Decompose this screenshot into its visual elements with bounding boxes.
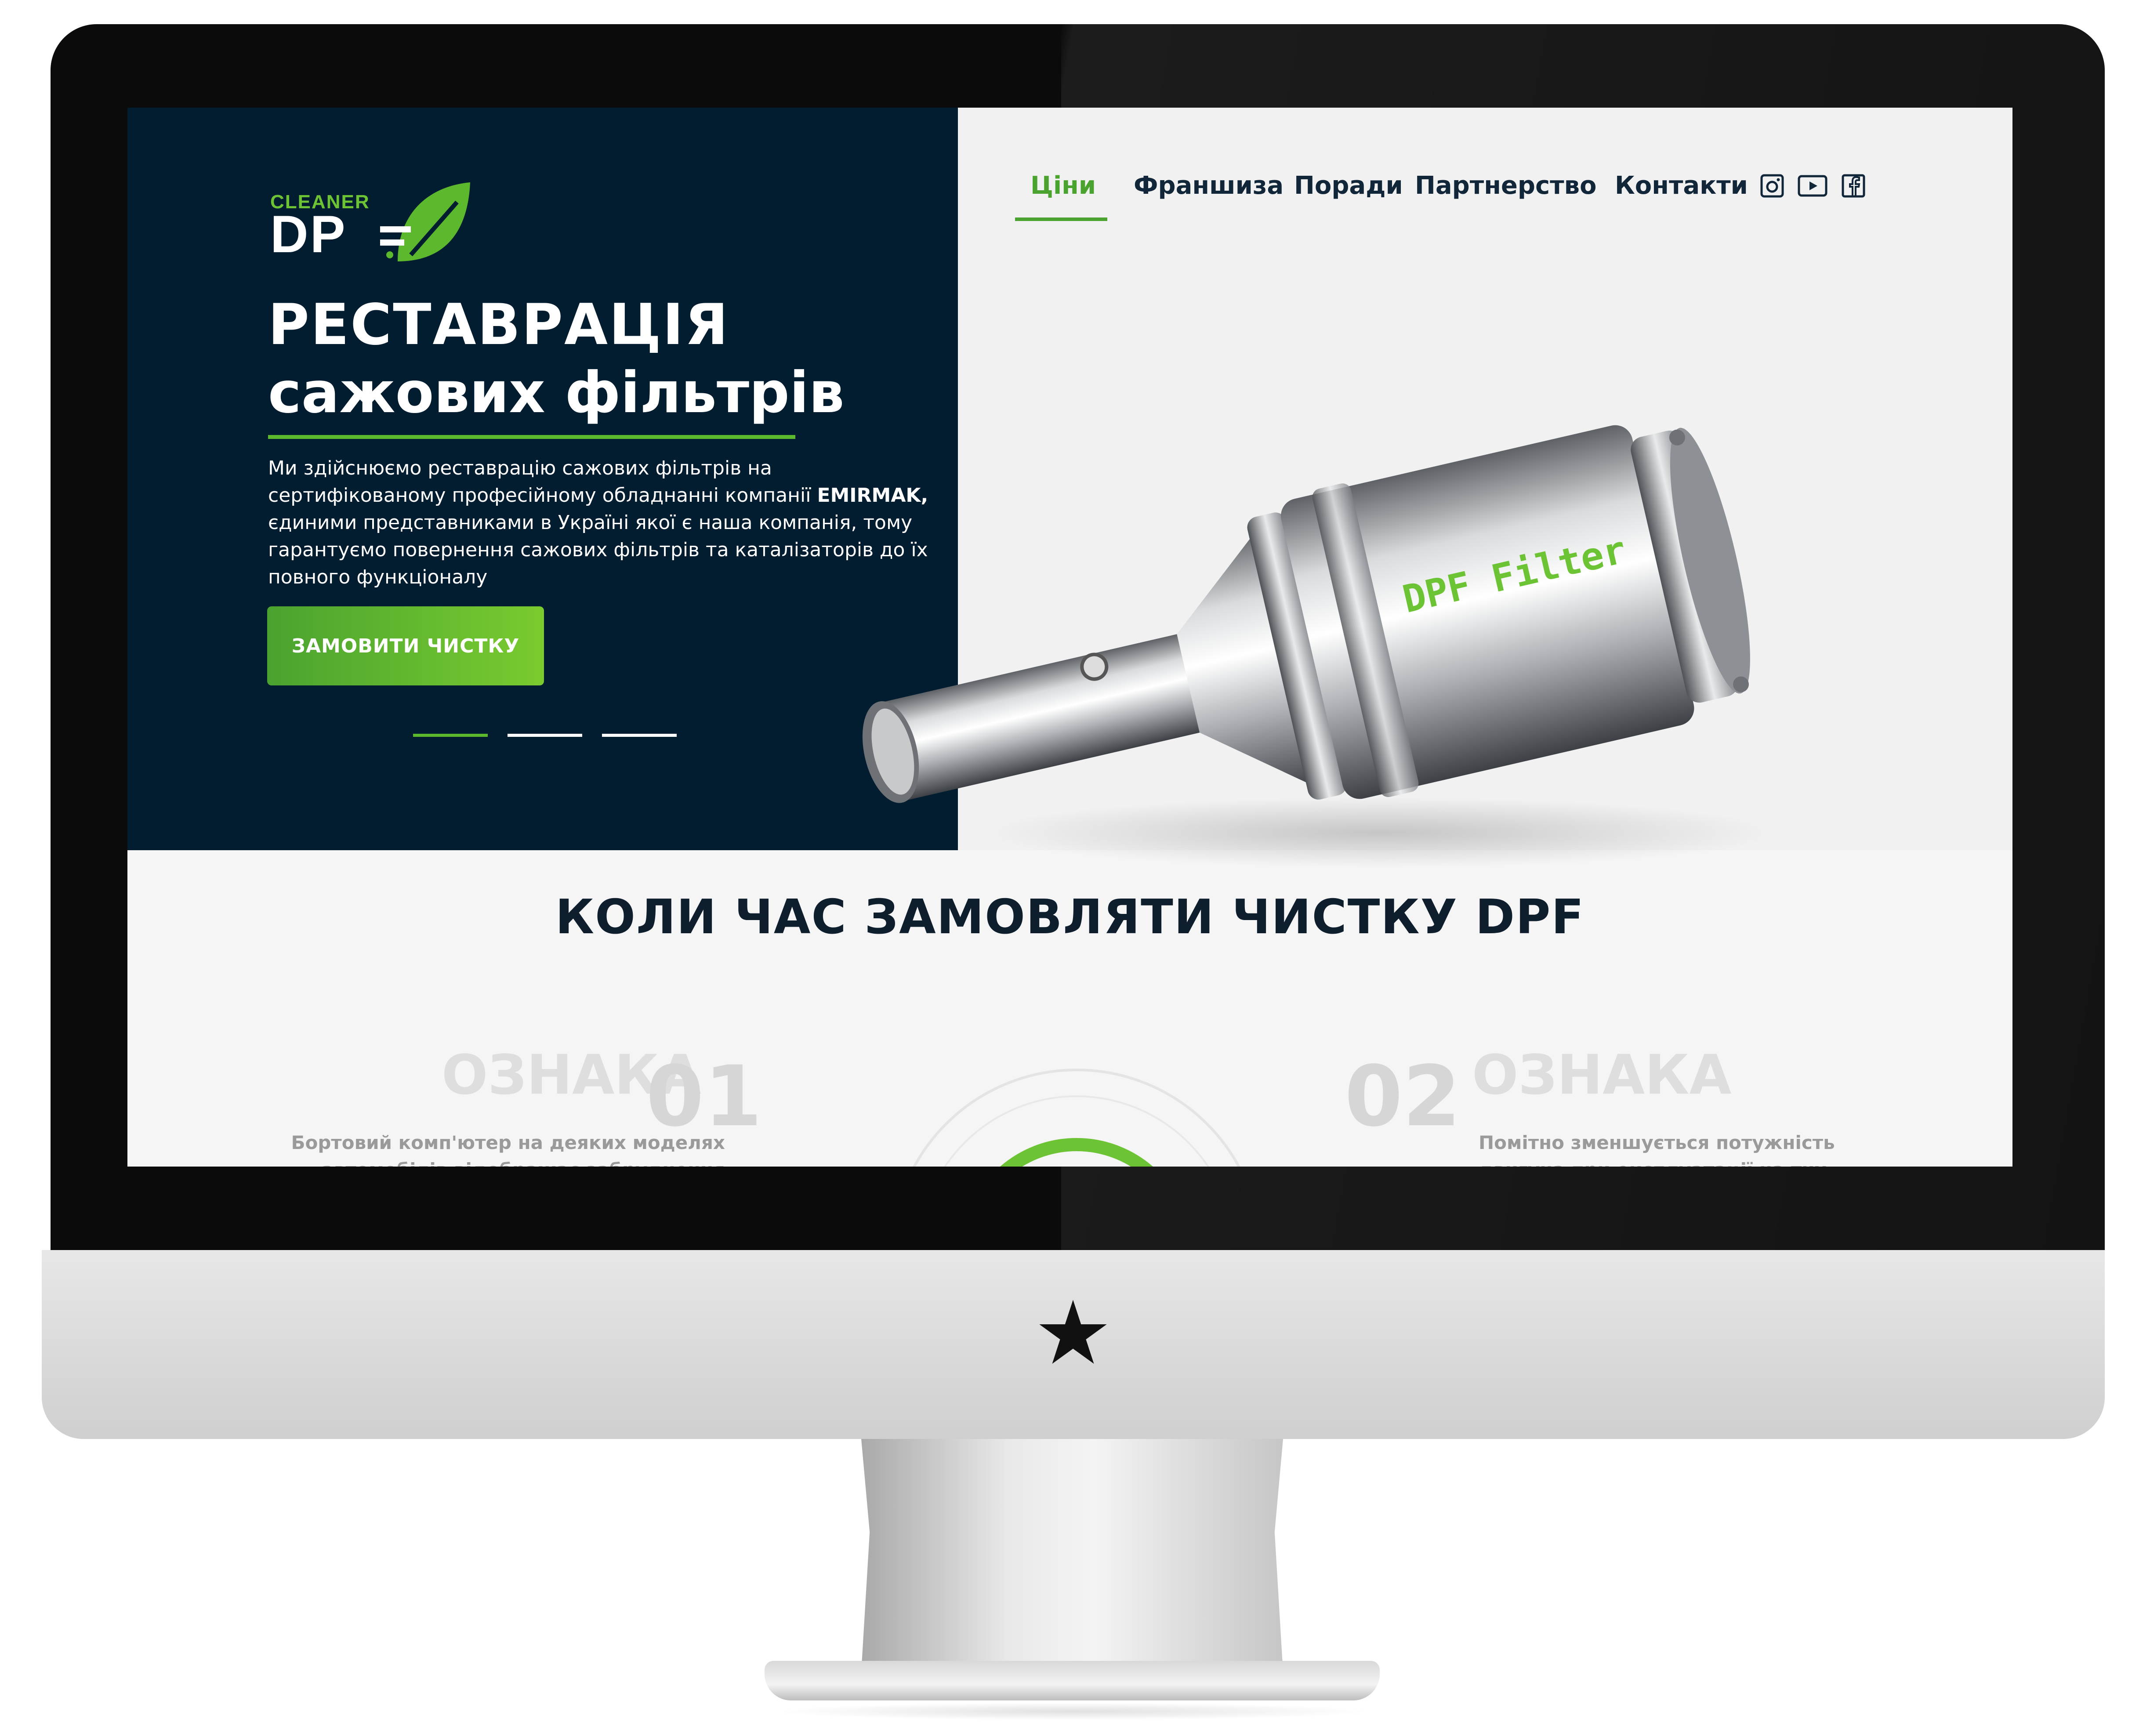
facebook-icon[interactable] [1841,174,1866,198]
site-logo[interactable]: CLEANER DP [270,178,472,266]
website-screen: CLEANER DP РЕСТАВРАЦІЯ сажових фільтрів … [127,108,2012,1167]
star-icon: ★ [1033,1282,1113,1384]
slider-dot-3[interactable] [602,734,677,737]
hero-title-underline [268,435,795,439]
monitor-stand-shadow [773,1703,1371,1720]
nav-item-franchise[interactable]: Франшиза [1134,171,1284,200]
nav-item-prices[interactable]: Ціни [1030,171,1096,200]
slider-dot-2[interactable] [508,734,582,737]
instagram-icon[interactable] [1760,174,1784,198]
nav-active-underline [1015,217,1107,221]
sign-2-label: ОЗНАКА [1472,1044,1732,1107]
sign-2-number: 02 [1345,1048,1461,1145]
sign-2-text-line2: двигуна при експлуатації на тих [1479,1156,1940,1167]
dpf-filter-image: DPF Filter [862,425,1775,868]
nav-item-partnership[interactable]: Партнерство [1415,171,1597,200]
sign-2-text-line1: Помітно зменшується потужність [1479,1132,1835,1153]
nav-item-contacts[interactable]: Контакти [1615,171,1748,200]
hero-title-line1: РЕСТАВРАЦІЯ [268,292,729,358]
progress-ring-graphic [913,1069,1240,1167]
sign-1-text-line2: автомобілів відображає забруднення [264,1156,725,1167]
sign-2-text: Помітно зменшується потужність двигуна п… [1479,1129,1940,1167]
section-title: КОЛИ ЧАС ЗАМОВЛЯТИ ЧИСТКУ DPF [555,890,1585,945]
order-cleaning-button[interactable]: ЗАМОВИТИ ЧИСТКУ [267,606,544,685]
youtube-icon[interactable] [1797,174,1828,198]
sign-1-text: Бортовий комп'ютер на деяких моделях авт… [264,1129,725,1167]
leaf-icon [380,182,470,261]
slider-dot-1[interactable] [413,734,488,737]
monitor-stand-neck [861,1439,1283,1672]
nav-item-tips[interactable]: Поради [1294,171,1403,200]
logo-dp-text: DP [270,205,347,264]
monitor-stand-base [765,1661,1380,1700]
sign-1-text-line1: Бортовий комп'ютер на деяких моделях [291,1132,725,1153]
